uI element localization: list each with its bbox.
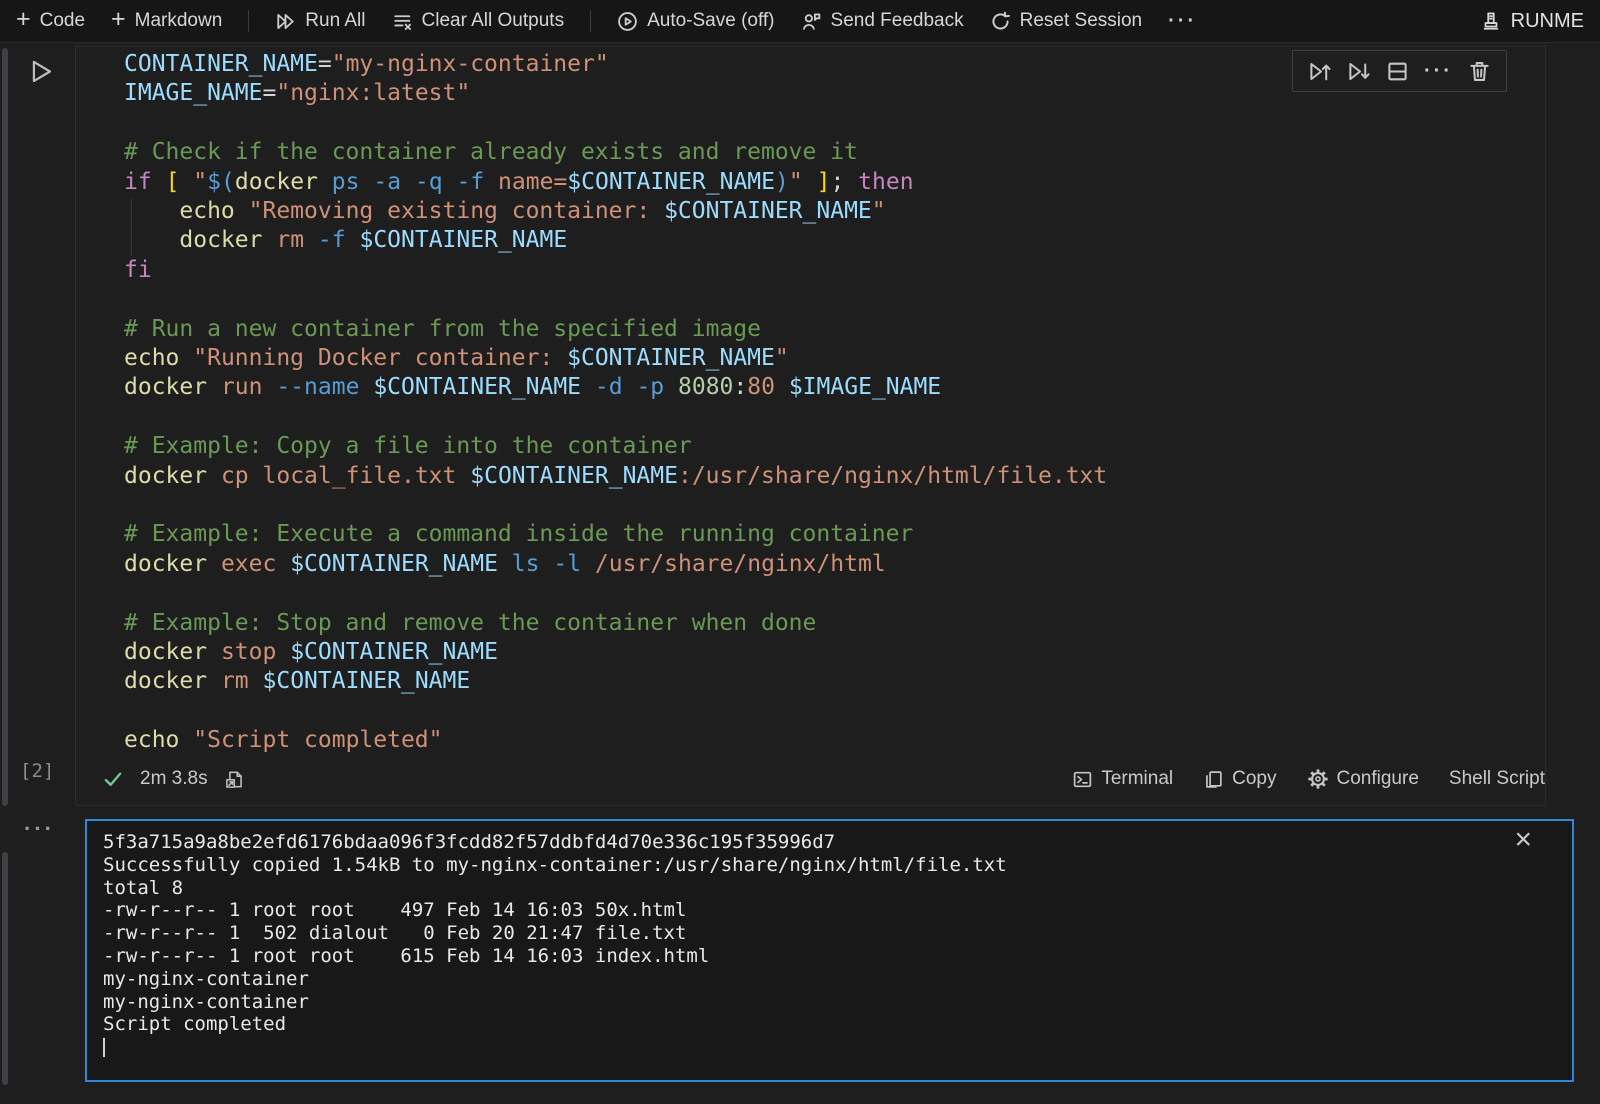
configure-label: Configure — [1337, 768, 1419, 790]
cell-toolbar: ··· — [1292, 50, 1507, 92]
language-label: Shell Script — [1449, 768, 1545, 790]
add-markdown-cell-button[interactable]: + Markdown — [111, 10, 222, 32]
clear-all-outputs-label: Clear All Outputs — [422, 10, 565, 32]
output-text: 5f3a715a9a8be2efd6176bdaa096f3fcdd82f57d… — [103, 831, 1007, 1057]
run-all-icon — [275, 11, 296, 32]
language-picker[interactable]: Shell Script — [1449, 768, 1545, 790]
cell-status-right: Terminal Copy — [1072, 768, 1545, 790]
configure-button[interactable]: Configure — [1307, 768, 1419, 790]
auto-save-label: Auto-Save (off) — [647, 10, 774, 32]
open-output-in-editor-icon[interactable] — [224, 769, 245, 790]
runme-brand-label: RUNME — [1511, 10, 1584, 33]
clear-outputs-icon — [392, 11, 413, 32]
reset-icon — [990, 11, 1011, 32]
terminal-icon — [1072, 769, 1093, 790]
add-code-cell-label: Code — [40, 10, 85, 32]
run-cell-button[interactable] — [28, 58, 55, 85]
split-cell-icon[interactable] — [1385, 59, 1410, 84]
gear-icon — [1307, 768, 1329, 790]
notebook-toolbar: + Code + Markdown Run All C — [0, 0, 1600, 43]
execute-above-icon[interactable] — [1307, 59, 1332, 84]
close-output-icon[interactable]: × — [1514, 825, 1532, 855]
toolbar-divider — [248, 10, 249, 32]
clear-all-outputs-button[interactable]: Clear All Outputs — [392, 10, 565, 32]
reset-session-label: Reset Session — [1020, 10, 1143, 32]
plus-icon: + — [16, 7, 31, 32]
send-feedback-button[interactable]: Send Feedback — [801, 10, 964, 32]
runme-brand: RUNME — [1480, 10, 1584, 33]
cell-focus-indicator[interactable] — [2, 48, 8, 806]
add-markdown-cell-label: Markdown — [135, 10, 223, 32]
output-options-button[interactable]: ··· — [24, 816, 55, 842]
runme-stamp-icon — [1480, 10, 1502, 32]
send-feedback-label: Send Feedback — [831, 10, 964, 32]
success-check-icon — [102, 768, 124, 790]
cell-output-panel: 5f3a715a9a8be2efd6176bdaa096f3fcdd82f57d… — [85, 819, 1574, 1082]
toolbar-more-button[interactable]: ··· — [1168, 10, 1197, 33]
toolbar-divider — [590, 10, 591, 32]
execute-below-icon[interactable] — [1346, 59, 1371, 84]
add-code-cell-button[interactable]: + Code — [16, 10, 85, 32]
cell-status-bar: 2m 3.8s Terminal — [76, 753, 1545, 805]
execution-duration: 2m 3.8s — [140, 768, 208, 790]
code-editor[interactable]: CONTAINER_NAME="my-nginx-container"IMAGE… — [124, 50, 1107, 756]
execution-count-label: [2] — [20, 760, 54, 782]
delete-cell-icon[interactable] — [1467, 59, 1492, 84]
terminal-label: Terminal — [1101, 768, 1173, 790]
run-all-label: Run All — [305, 10, 365, 32]
reset-session-button[interactable]: Reset Session — [990, 10, 1143, 32]
notebook-window: + Code + Markdown Run All C — [0, 0, 1600, 1104]
cell-more-icon[interactable]: ··· — [1424, 60, 1453, 83]
ellipsis-icon: ··· — [1168, 10, 1197, 33]
feedback-person-icon — [801, 11, 822, 32]
auto-save-toggle[interactable]: Auto-Save (off) — [617, 10, 774, 32]
output-focus-indicator[interactable] — [2, 852, 8, 1085]
run-all-button[interactable]: Run All — [275, 10, 365, 32]
cell-status-left: 2m 3.8s — [76, 768, 245, 790]
copy-button[interactable]: Copy — [1203, 768, 1276, 790]
copy-label: Copy — [1232, 768, 1276, 790]
terminal-button[interactable]: Terminal — [1072, 768, 1173, 790]
copy-icon — [1203, 769, 1224, 790]
plus-icon: + — [111, 7, 126, 32]
auto-save-icon — [617, 11, 638, 32]
